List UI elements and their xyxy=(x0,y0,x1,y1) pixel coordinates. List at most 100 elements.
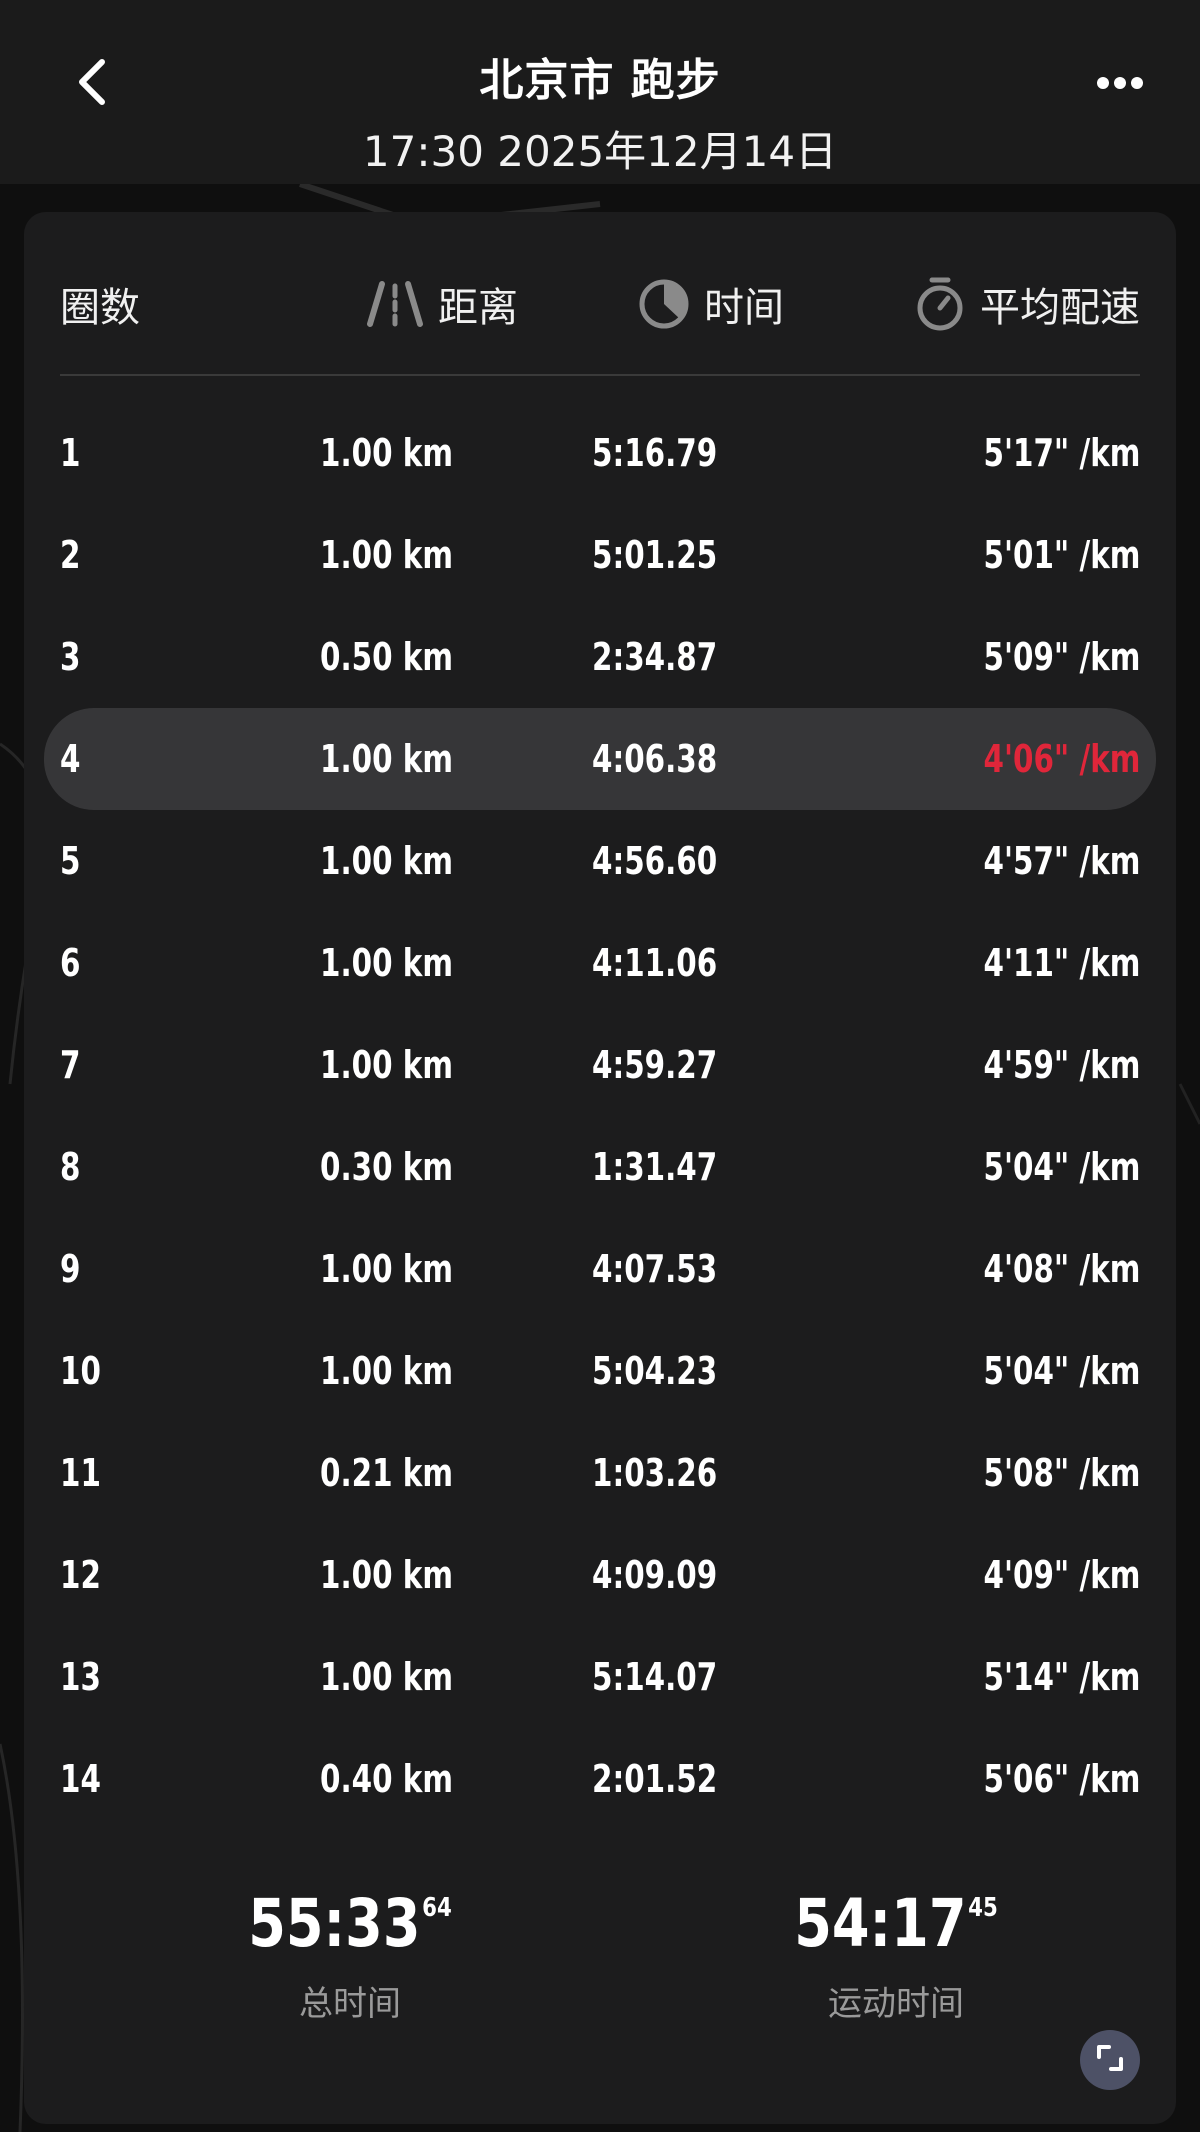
top-bar: 北京市 跑步 17:30 2025年12月14日 xyxy=(0,0,1200,184)
lap-distance: 1.00 km xyxy=(320,1043,453,1087)
lap-number: 10 xyxy=(60,1349,101,1393)
lap-distance: 1.00 km xyxy=(320,737,453,781)
lap-time: 4:59.27 xyxy=(592,1043,718,1087)
lap-row[interactable]: 5 1.00 km 4:56.60 4'57" /km xyxy=(44,810,1156,912)
page-title: 北京市 跑步 xyxy=(479,55,721,106)
lap-row[interactable]: 13 1.00 km 5:14.07 5'14" /km xyxy=(44,1626,1156,1728)
clock-icon xyxy=(638,278,690,330)
lap-row[interactable]: 11 0.21 km 1:03.26 5'08" /km xyxy=(44,1422,1156,1524)
lap-row[interactable]: 1 1.00 km 5:16.79 5'17" /km xyxy=(44,402,1156,504)
lap-time: 2:34.87 xyxy=(592,635,718,679)
moving-time-fraction: 45 xyxy=(968,1893,998,1923)
total-time-value: 55:3364 xyxy=(211,1868,490,1964)
lap-number: 1 xyxy=(60,431,81,475)
more-options-button[interactable] xyxy=(1080,52,1160,116)
laps-list: 1 1.00 km 5:16.79 5'17" /km 2 1.00 km 5:… xyxy=(44,402,1156,1830)
lap-time: 4:07.53 xyxy=(592,1247,718,1291)
column-header-lap: 圈数 xyxy=(60,262,140,346)
more-horizontal-icon xyxy=(1096,75,1144,94)
lap-pace: 4'08" /km xyxy=(983,1247,1140,1291)
road-icon xyxy=(366,280,424,328)
screen: 北京市 跑步 17:30 2025年12月14日 圈数 距离 时间 平均配速 1… xyxy=(0,0,1200,2132)
lap-pace: 4'57" /km xyxy=(983,839,1140,883)
lap-time: 5:14.07 xyxy=(592,1655,718,1699)
lap-time: 1:31.47 xyxy=(592,1145,718,1189)
lap-pace: 5'04" /km xyxy=(983,1145,1140,1189)
lap-time: 5:04.23 xyxy=(592,1349,718,1393)
lap-distance: 1.00 km xyxy=(320,1349,453,1393)
lap-number: 7 xyxy=(60,1043,81,1087)
lap-pace-fastest: 4'06" /km xyxy=(983,737,1140,781)
lap-number: 11 xyxy=(60,1451,101,1495)
lap-row[interactable]: 8 0.30 km 1:31.47 5'04" /km xyxy=(44,1116,1156,1218)
lap-time: 5:01.25 xyxy=(592,533,718,577)
lap-number: 8 xyxy=(60,1145,81,1189)
totals-summary: 55:3364 总时间 54:1745 运动时间 xyxy=(24,1868,1176,2068)
lap-pace: 5'06" /km xyxy=(983,1757,1140,1801)
lap-row[interactable]: 2 1.00 km 5:01.25 5'01" /km xyxy=(44,504,1156,606)
lap-number: 13 xyxy=(60,1655,101,1699)
lap-number: 9 xyxy=(60,1247,81,1291)
lap-distance: 0.40 km xyxy=(320,1757,453,1801)
lap-row[interactable]: 14 0.40 km 2:01.52 5'06" /km xyxy=(44,1728,1156,1830)
total-time-fraction: 64 xyxy=(422,1893,452,1923)
lap-pace: 4'11" /km xyxy=(983,941,1140,985)
column-header-pace: 平均配速 xyxy=(914,262,1140,346)
expand-button[interactable] xyxy=(1080,2030,1140,2090)
lap-distance: 1.00 km xyxy=(320,1655,453,1699)
lap-distance: 1.00 km xyxy=(320,839,453,883)
lap-distance: 1.00 km xyxy=(320,431,453,475)
lap-row[interactable]: 9 1.00 km 4:07.53 4'08" /km xyxy=(44,1218,1156,1320)
laps-table-header: 圈数 距离 时间 平均配速 xyxy=(60,262,1140,346)
column-header-time: 时间 xyxy=(638,262,784,346)
lap-row[interactable]: 6 1.00 km 4:11.06 4'11" /km xyxy=(44,912,1156,1014)
total-time-main: 55:33 xyxy=(248,1885,421,1962)
lap-row[interactable]: 7 1.00 km 4:59.27 4'59" /km xyxy=(44,1014,1156,1116)
lap-time: 1:03.26 xyxy=(592,1451,718,1495)
lap-pace: 5'01" /km xyxy=(983,533,1140,577)
lap-time: 4:11.06 xyxy=(592,941,718,985)
lap-row[interactable]: 10 1.00 km 5:04.23 5'04" /km xyxy=(44,1320,1156,1422)
lap-number: 3 xyxy=(60,635,81,679)
column-header-distance: 距离 xyxy=(366,262,518,346)
lap-number: 14 xyxy=(60,1757,101,1801)
lap-row-fastest[interactable]: 4 1.00 km 4:06.38 4'06" /km xyxy=(44,708,1156,810)
column-header-time-label: 时间 xyxy=(704,285,784,331)
lap-number: 5 xyxy=(60,839,81,883)
lap-time: 5:16.79 xyxy=(592,431,718,475)
lap-distance: 1.00 km xyxy=(320,941,453,985)
lap-row[interactable]: 12 1.00 km 4:09.09 4'09" /km xyxy=(44,1524,1156,1626)
moving-time-main: 54:17 xyxy=(794,1885,967,1962)
lap-distance: 1.00 km xyxy=(320,1553,453,1597)
total-time-label: 总时间 xyxy=(299,1984,401,2024)
activity-datetime: 17:30 2025年12月14日 xyxy=(362,127,838,176)
column-header-lap-label: 圈数 xyxy=(60,285,140,331)
lap-time: 4:56.60 xyxy=(592,839,718,883)
lap-pace: 5'09" /km xyxy=(983,635,1140,679)
lap-pace: 5'08" /km xyxy=(983,1451,1140,1495)
column-header-pace-label: 平均配速 xyxy=(980,285,1140,331)
lap-time: 4:09.09 xyxy=(592,1553,718,1597)
moving-time-stat: 54:1745 运动时间 xyxy=(726,1868,1066,2025)
moving-time-label: 运动时间 xyxy=(828,1984,964,2024)
lap-time: 4:06.38 xyxy=(592,737,718,781)
laps-card: 圈数 距离 时间 平均配速 1 1.00 km 5:16.79 5'17" /k… xyxy=(24,212,1176,2124)
lap-pace: 4'59" /km xyxy=(983,1043,1140,1087)
lap-distance: 1.00 km xyxy=(320,533,453,577)
lap-distance: 0.30 km xyxy=(320,1145,453,1189)
lap-number: 4 xyxy=(60,737,81,781)
lap-pace: 5'17" /km xyxy=(983,431,1140,475)
lap-row[interactable]: 3 0.50 km 2:34.87 5'09" /km xyxy=(44,606,1156,708)
lap-pace: 4'09" /km xyxy=(983,1553,1140,1597)
lap-time: 2:01.52 xyxy=(592,1757,718,1801)
moving-time-value: 54:1745 xyxy=(757,1868,1036,1964)
stopwatch-icon xyxy=(914,276,966,332)
lap-number: 6 xyxy=(60,941,81,985)
expand-icon xyxy=(1095,2043,1125,2077)
total-time-stat: 55:3364 总时间 xyxy=(180,1868,520,2025)
header-divider xyxy=(60,374,1140,376)
lap-pace: 5'14" /km xyxy=(983,1655,1140,1699)
lap-pace: 5'04" /km xyxy=(983,1349,1140,1393)
lap-number: 12 xyxy=(60,1553,101,1597)
lap-number: 2 xyxy=(60,533,81,577)
